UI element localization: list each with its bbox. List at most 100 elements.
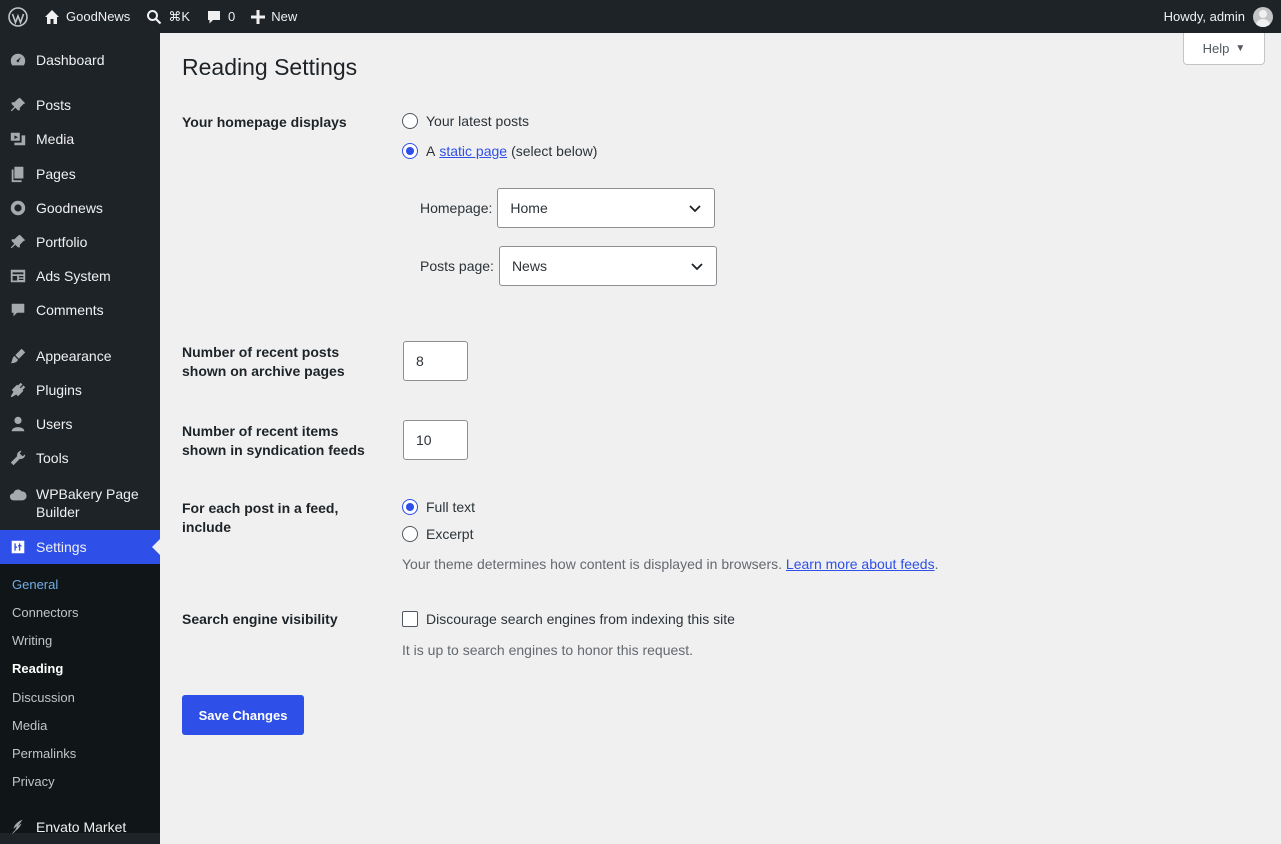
submenu-media[interactable]: Media — [12, 718, 47, 733]
radio-button[interactable] — [402, 526, 418, 542]
pages-icon — [0, 165, 36, 183]
admin-sidebar: Dashboard Posts Media Pages Goodnews Por… — [0, 33, 160, 844]
submenu-general[interactable]: General — [12, 577, 58, 592]
comments-count: 0 — [227, 9, 236, 24]
sidebar-item-wpbakery[interactable]: WPBakery Page Builder — [0, 485, 160, 521]
sidebar-item-media[interactable]: Media — [0, 130, 160, 148]
wordpress-icon — [8, 6, 28, 27]
homepage-displays-label: Your homepage displays — [182, 114, 347, 130]
archive-posts-input[interactable]: 8 — [403, 341, 468, 381]
radio-label: Your latest posts — [426, 113, 529, 129]
sidebar-item-portfolio[interactable]: Portfolio — [0, 233, 160, 251]
input-value: 10 — [416, 432, 432, 448]
discourage-search-checkbox-row[interactable]: Discourage search engines from indexing … — [402, 611, 735, 627]
caret-down-icon: ▼ — [1235, 43, 1246, 54]
sidebar-item-settings[interactable]: Settings — [0, 530, 160, 564]
search-shortcut-button[interactable]: ⌘K — [138, 0, 198, 33]
home-icon — [45, 9, 59, 24]
input-value: 8 — [416, 353, 424, 369]
settings-icon — [0, 538, 36, 556]
sidebar-item-pages[interactable]: Pages — [0, 165, 160, 183]
save-label: Save Changes — [198, 707, 288, 723]
sidebar-item-goodnews[interactable]: Goodnews — [0, 199, 160, 217]
sidebar-item-label: WPBakery Page Builder — [36, 486, 139, 520]
homepage-select[interactable]: Home — [497, 188, 716, 228]
sidebar-item-plugins[interactable]: Plugins — [0, 381, 160, 399]
comments-link[interactable]: 0 — [198, 0, 243, 33]
howdy-text: Howdy, admin — [1163, 9, 1245, 24]
label-line: For each post in a feed, — [182, 500, 339, 516]
radio-static-page[interactable]: A static page (select below) — [402, 143, 597, 159]
radio-latest-posts[interactable]: Your latest posts — [402, 113, 529, 129]
checkbox-label: Discourage search engines from indexing … — [426, 611, 735, 627]
user-icon — [0, 415, 36, 433]
learn-more-feeds-link[interactable]: Learn more about feeds — [786, 556, 935, 572]
page-title: Reading Settings — [182, 54, 358, 80]
feed-description: Your theme determines how content is dis… — [402, 556, 938, 572]
plus-icon — [251, 9, 266, 24]
posts-page-select[interactable]: News — [498, 246, 717, 286]
site-name: GoodNews — [66, 9, 131, 24]
sidebar-item-label: Posts — [36, 97, 72, 113]
feed-include-label: For each post in a feed, include — [182, 499, 338, 537]
envato-icon — [0, 818, 36, 836]
homepage-select-row: Homepage: Home — [420, 188, 716, 228]
sidebar-item-envato-market[interactable]: Envato Market — [0, 818, 160, 836]
submenu-connectors[interactable]: Connectors — [12, 605, 78, 620]
radio-button[interactable] — [402, 143, 418, 159]
desc-text: Your theme determines how content is dis… — [402, 556, 783, 572]
sidebar-item-label: Ads System — [36, 268, 111, 284]
posts-page-select-row: Posts page: News — [420, 246, 717, 286]
static-page-link[interactable]: static page — [439, 143, 507, 159]
plugin-icon — [0, 381, 36, 399]
posts-page-select-value: News — [511, 258, 547, 274]
label-line: Number of recent items — [182, 423, 339, 439]
sidebar-item-label: Envato Market — [36, 819, 127, 835]
label-line: shown in syndication feeds — [182, 442, 365, 458]
cloud-icon — [0, 486, 36, 504]
wordpress-logo-button[interactable] — [0, 0, 36, 33]
sidebar-item-posts[interactable]: Posts — [0, 96, 160, 114]
new-content-button[interactable]: New — [243, 0, 305, 33]
submenu-writing[interactable]: Writing — [12, 633, 52, 648]
submenu-permalinks[interactable]: Permalinks — [12, 746, 76, 761]
sidebar-item-label: Settings — [36, 539, 87, 555]
chevron-down-icon — [689, 205, 702, 213]
sidebar-item-users[interactable]: Users — [0, 415, 160, 433]
sidebar-item-comments[interactable]: Comments — [0, 301, 160, 319]
submenu-reading[interactable]: Reading — [12, 661, 63, 676]
sidebar-item-label: Users — [36, 416, 73, 432]
sidebar-item-appearance[interactable]: Appearance — [0, 347, 160, 365]
radio-button[interactable] — [402, 113, 418, 129]
sidebar-item-label: Pages — [36, 166, 76, 182]
main-content: Help ▼ Reading Settings Your homepage di… — [160, 33, 1281, 844]
sidebar-item-label: Media — [36, 131, 75, 147]
search-shortcut: ⌘K — [168, 8, 190, 24]
discourage-search-checkbox[interactable] — [402, 611, 418, 627]
help-button[interactable]: Help ▼ — [1183, 33, 1265, 65]
search-visibility-label: Search engine visibility — [182, 611, 338, 627]
radio-button[interactable] — [402, 499, 418, 515]
chevron-down-icon — [691, 263, 703, 271]
radio-full-text[interactable]: Full text — [402, 499, 475, 515]
posts-page-select-label: Posts page: — [420, 258, 494, 274]
radio-excerpt[interactable]: Excerpt — [402, 526, 473, 542]
sidebar-item-dashboard[interactable]: Dashboard — [0, 51, 160, 69]
pin-icon — [0, 96, 36, 114]
my-account[interactable]: Howdy, admin — [1163, 6, 1281, 27]
site-name-link[interactable]: GoodNews — [36, 0, 138, 33]
pin-icon — [0, 233, 36, 251]
sidebar-item-label: Plugins — [36, 382, 82, 398]
submenu-privacy[interactable]: Privacy — [12, 774, 55, 789]
dashboard-icon — [0, 51, 36, 69]
sidebar-item-ads-system[interactable]: Ads System — [0, 267, 160, 285]
sidebar-item-label: Goodnews — [36, 200, 103, 216]
media-icon — [0, 130, 36, 148]
feed-items-input[interactable]: 10 — [403, 420, 468, 460]
homepage-select-value: Home — [510, 200, 548, 216]
archive-posts-label: Number of recent posts shown on archive … — [182, 343, 345, 381]
save-changes-button[interactable]: Save Changes — [182, 695, 304, 735]
radio-label-prefix: A — [426, 143, 436, 159]
submenu-discussion[interactable]: Discussion — [12, 690, 75, 705]
sidebar-item-tools[interactable]: Tools — [0, 449, 160, 467]
